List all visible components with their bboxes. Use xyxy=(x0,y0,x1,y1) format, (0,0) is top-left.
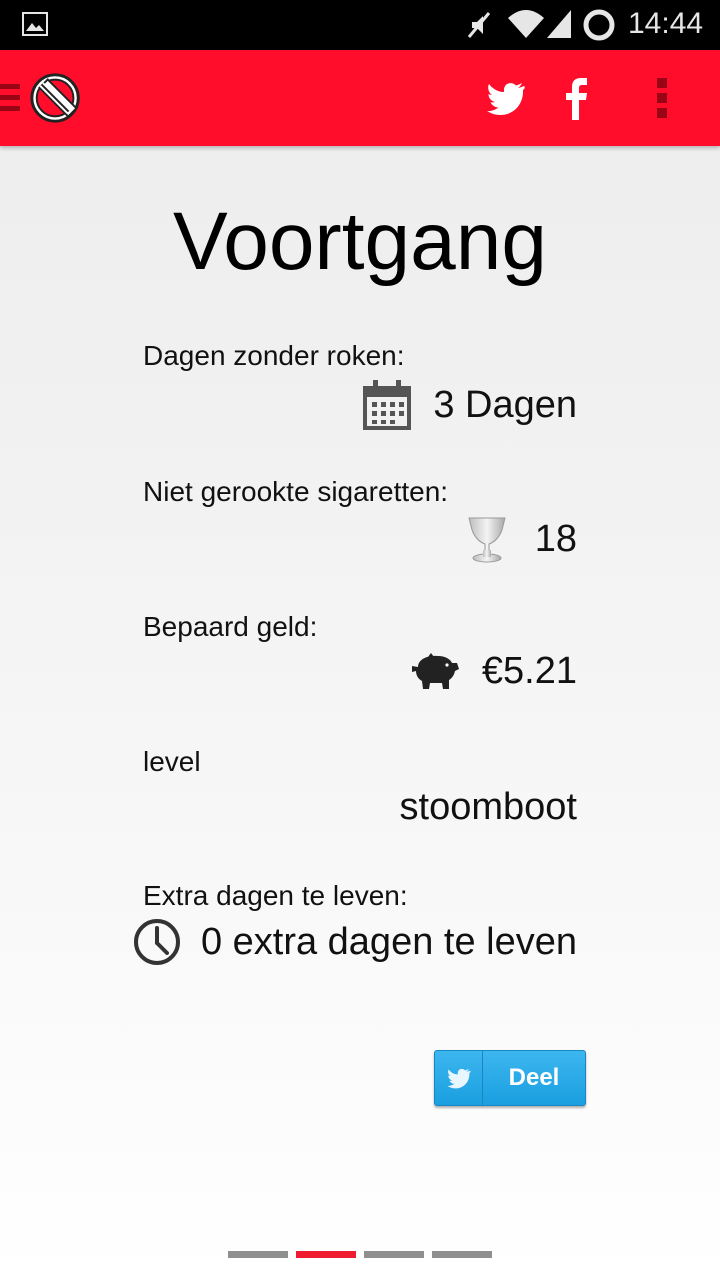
no-smoking-logo[interactable] xyxy=(28,68,86,128)
money-value: €5.21 xyxy=(481,650,577,692)
status-time: 14:44 xyxy=(628,7,704,40)
piggy-bank-icon xyxy=(411,652,459,689)
days-label: Dagen zonder roken: xyxy=(143,340,405,371)
money-label: Bepaard geld: xyxy=(143,611,318,642)
drawer-icon[interactable] xyxy=(0,82,22,114)
wifi-icon xyxy=(508,10,544,38)
page-indicator-3[interactable] xyxy=(364,1251,424,1258)
overflow-menu-icon[interactable] xyxy=(650,76,674,120)
signal-icon xyxy=(547,10,571,38)
share-icon-wrap xyxy=(435,1051,483,1105)
extra-days-label: Extra dagen te leven: xyxy=(143,880,408,911)
extra-days-value-row: 0 extra dagen te leven xyxy=(133,918,577,966)
share-label: Deel xyxy=(508,1064,560,1091)
cigarettes-value: 18 xyxy=(534,517,577,560)
cigarettes-value-row: 18 xyxy=(465,514,577,564)
mute-icon xyxy=(467,12,491,38)
share-button[interactable]: Deel xyxy=(434,1050,586,1106)
page-indicator-4[interactable] xyxy=(432,1251,492,1258)
battery-icon xyxy=(583,9,615,41)
trophy-icon xyxy=(468,517,506,563)
cigarettes-label: Niet gerookte sigaretten: xyxy=(143,476,449,507)
level-value-row: stoomboot xyxy=(400,786,577,829)
twitter-icon[interactable] xyxy=(486,80,526,116)
calendar-icon xyxy=(363,380,412,430)
page-indicator-1[interactable] xyxy=(228,1251,288,1258)
status-bar: 14:44 xyxy=(0,0,720,50)
extra-days-value: 0 extra dagen te leven xyxy=(200,920,577,963)
clock-icon xyxy=(133,919,180,965)
page-title: Voortgang xyxy=(173,196,547,287)
days-value-row: 3 Dagen xyxy=(363,380,577,430)
facebook-icon[interactable] xyxy=(560,76,594,120)
days-value: 3 Dagen xyxy=(433,383,577,426)
gallery-notification-icon xyxy=(22,12,48,36)
page-indicator-2[interactable] xyxy=(296,1251,356,1258)
twitter-bird-icon xyxy=(446,1068,470,1089)
money-value-row: €5.21 xyxy=(410,650,577,693)
level-label: level xyxy=(143,746,201,777)
page-indicator xyxy=(228,1251,500,1258)
action-bar xyxy=(0,50,720,146)
level-value: stoomboot xyxy=(399,786,577,828)
